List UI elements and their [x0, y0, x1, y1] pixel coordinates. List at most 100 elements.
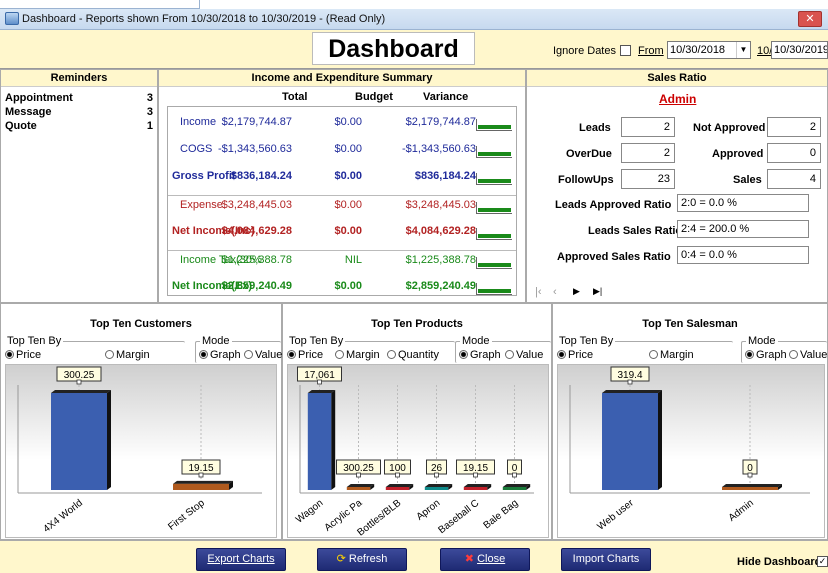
bar-top	[346, 484, 375, 487]
salesman-margin-label: Margin	[660, 349, 694, 361]
reminder-row[interactable]: Quote 1	[5, 120, 153, 134]
customers-chart-svg: 300.25 4X4 World 19.15 First Stop	[17, 366, 262, 535]
col-variance: Variance	[423, 91, 469, 103]
products-graph-label: Graph	[470, 349, 501, 361]
customers-price-radio[interactable]: Price	[5, 349, 41, 361]
variance-bar	[476, 283, 512, 295]
reminder-label: Appointment	[5, 92, 73, 104]
salesman-margin-radio[interactable]: Margin	[649, 349, 694, 361]
prev-record-icon[interactable]: ‹	[553, 286, 557, 298]
variance-bar	[476, 257, 512, 269]
app-icon	[5, 12, 19, 25]
refresh-button[interactable]: ⟳ Refresh	[317, 548, 407, 571]
data-label: 19.15	[188, 463, 213, 474]
sales-field[interactable]: 4	[767, 169, 821, 189]
bar-top	[424, 484, 453, 487]
bar-side	[658, 390, 662, 490]
top-products-title: Top Ten Products	[283, 316, 551, 333]
approved-label: Approved	[712, 148, 764, 160]
data-label: 319.4	[617, 370, 642, 381]
salesman-price-label: Price	[568, 349, 594, 361]
income-row-budget: NIL	[344, 254, 362, 266]
top-salesman-panel: Top Ten Salesman Top Ten By Price Margin…	[552, 303, 828, 540]
salesman-price-radio[interactable]: Price	[557, 349, 593, 361]
col-budget: Budget	[355, 91, 393, 103]
data-label-anchor	[747, 472, 753, 478]
data-label-anchor	[317, 379, 322, 385]
variance-bar	[476, 202, 512, 214]
products-value-radio[interactable]: Value	[505, 349, 543, 361]
category-label: Web user	[595, 497, 636, 532]
close-icon: ✖	[464, 553, 478, 565]
products-mode-label: Mode	[460, 335, 492, 347]
followups-field[interactable]: 23	[621, 169, 675, 189]
ignore-dates-checkbox[interactable]	[620, 45, 631, 56]
data-label: 19.15	[463, 463, 488, 474]
chart-bar	[463, 487, 488, 490]
customers-graph-radio[interactable]: Graph	[199, 349, 241, 361]
customers-margin-label: Margin	[116, 349, 150, 361]
ratio3-field[interactable]: 0:4 = 0.0 %	[677, 246, 809, 264]
income-row-budget: $0.00	[334, 170, 362, 182]
income-row-total: $1,225,388.78	[221, 254, 292, 266]
overdue-field[interactable]: 2	[621, 143, 675, 163]
close-window-icon[interactable]: ✕	[798, 11, 822, 27]
customers-margin-radio[interactable]: Margin	[105, 349, 150, 361]
salesman-graph-label: Graph	[756, 349, 787, 361]
income-row-variance: $2,179,744.87	[405, 116, 476, 128]
first-record-icon[interactable]: |‹	[535, 286, 542, 298]
close-button[interactable]: ✖ Close	[440, 548, 530, 571]
import-charts-button[interactable]: Import Charts	[561, 548, 651, 571]
last-record-icon[interactable]: ▶|	[593, 286, 602, 297]
income-row-label: Gross Profit	[172, 170, 236, 182]
income-row: Income $2,179,744.87 $0.00 $2,179,744.87	[168, 113, 516, 131]
from-date-select[interactable]: 10/30/2018 ▼	[667, 41, 751, 59]
category-label: Apron	[415, 498, 443, 523]
approved-field[interactable]: 0	[767, 143, 821, 163]
reminders-title: Reminders	[1, 70, 157, 87]
data-label-anchor	[512, 472, 517, 478]
income-row: Gross Profit $836,184.24 $0.00 $836,184.24	[168, 167, 516, 185]
sales-user: Admin	[659, 92, 697, 106]
to-date-select[interactable]: 10/30/2019	[771, 41, 828, 59]
hide-dashboard-checkbox[interactable]: ✓	[817, 556, 828, 567]
to-date-value: 10/30/2019	[774, 44, 828, 56]
top-customers-title: Top Ten Customers	[1, 316, 281, 333]
salesman-value-radio[interactable]: Value	[789, 349, 828, 361]
salesman-value-label: Value	[800, 349, 828, 361]
reminder-row[interactable]: Message 3	[5, 106, 153, 120]
reminder-row[interactable]: Appointment 3	[5, 92, 153, 106]
income-row: Income Tax(30% $1,225,388.78 NIL $1,225,388…	[168, 250, 516, 269]
category-label: Wagon	[294, 498, 325, 526]
income-row-budget: $0.00	[334, 199, 362, 211]
category-label: Admin	[727, 498, 756, 524]
income-row-variance: $2,859,240.49	[405, 280, 476, 292]
data-label: 0	[747, 463, 753, 474]
top-customers-panel: Top Ten Customers Top Ten By Price Margi…	[0, 303, 282, 540]
customers-value-radio[interactable]: Value	[244, 349, 282, 361]
income-row-total: $3,248,445.03	[221, 199, 292, 211]
variance-bar	[476, 173, 512, 185]
leads-field[interactable]: 2	[621, 117, 675, 137]
bar-top	[602, 390, 662, 393]
category-label: Bale Bag	[482, 498, 521, 532]
products-margin-radio[interactable]: Margin	[335, 349, 380, 361]
salesman-mode-label: Mode	[746, 335, 778, 347]
customers-value-label: Value	[255, 349, 283, 361]
export-charts-button[interactable]: Export Charts	[196, 548, 286, 571]
income-row: Net Income(Inc) $4,084,629.28 $0.00 $4,084,…	[168, 222, 516, 240]
products-chart-svg: 17,061Wagon300.25Acrylic Pa100Bottles/BL…	[294, 366, 534, 539]
products-graph-radio[interactable]: Graph	[459, 349, 501, 361]
products-quantity-radio[interactable]: Quantity	[387, 349, 439, 361]
salesman-chart: 319.4 Web user 0 Admin	[557, 364, 825, 538]
ratio1-field[interactable]: 2:0 = 0.0 %	[677, 194, 809, 212]
not-approved-field[interactable]: 2	[767, 117, 821, 137]
ratio2-field[interactable]: 2:4 = 200.0 %	[677, 220, 809, 238]
ignore-dates-label: Ignore Dates	[553, 45, 616, 57]
salesman-graph-radio[interactable]: Graph	[745, 349, 787, 361]
products-margin-label: Margin	[346, 349, 380, 361]
next-record-icon[interactable]: ▶	[573, 286, 580, 297]
products-price-radio[interactable]: Price	[287, 349, 323, 361]
refresh-icon: ⟳	[336, 553, 349, 565]
income-row-budget: $0.00	[334, 225, 362, 237]
